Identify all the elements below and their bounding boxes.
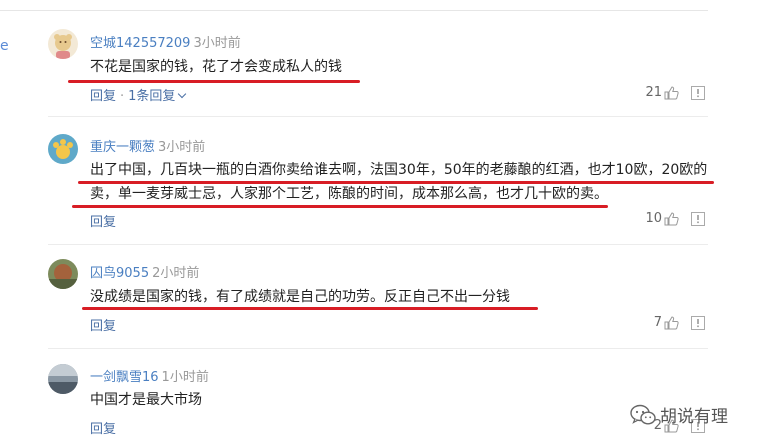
- thumbs-up-icon[interactable]: [664, 85, 679, 100]
- like-count: 10: [645, 211, 662, 226]
- comment-text-line: 出了中国，几百块一瓶的白酒你卖给谁去啊，法国30年，50年的老藤酿的红酒，也才1…: [90, 162, 708, 178]
- watermark-text: 胡说有理: [660, 407, 728, 427]
- timestamp: 1小时前: [161, 370, 209, 385]
- comment-actions: 回复: [90, 315, 116, 334]
- chevron-down-icon[interactable]: [178, 89, 187, 99]
- comment-actions: 回复 · 1条回复: [90, 85, 187, 104]
- reply-button[interactable]: 回复: [90, 215, 116, 230]
- avatar[interactable]: [48, 29, 78, 59]
- timestamp: 3小时前: [158, 140, 206, 155]
- report-icon[interactable]: [691, 315, 705, 330]
- comment-meta: 囚鸟9055 2小时前: [90, 262, 199, 281]
- comment-divider: [48, 116, 708, 117]
- vote-area: 7: [640, 315, 705, 330]
- username[interactable]: 囚鸟9055: [90, 266, 149, 281]
- vote-area: 10: [640, 211, 705, 226]
- like-count: 21: [645, 85, 662, 100]
- comment-divider: [48, 348, 708, 349]
- comment-text-line: 没成绩是国家的钱，有了成绩就是自己的功劳。反正自己不出一分钱: [90, 289, 510, 305]
- side-edge-text: e: [0, 38, 9, 54]
- comment-meta: 重庆一颗葱 3小时前: [90, 136, 205, 155]
- watermark: 胡说有理: [630, 402, 728, 427]
- avatar[interactable]: [48, 134, 78, 164]
- username[interactable]: 一剑飘雪16: [90, 370, 159, 385]
- reply-button[interactable]: 回复: [90, 319, 116, 334]
- comment-text: 不花是国家的钱，花了才会变成私人的钱: [90, 55, 710, 79]
- thumbs-up-icon[interactable]: [664, 211, 679, 226]
- thumbs-up-icon[interactable]: [664, 315, 679, 330]
- top-divider: [0, 10, 708, 11]
- annotation-underline: [78, 181, 714, 184]
- comment-actions: 回复: [90, 418, 116, 437]
- comment-divider: [48, 244, 708, 245]
- timestamp: 2小时前: [152, 266, 200, 281]
- annotation-underline: [82, 307, 538, 310]
- comment-text-line: 卖，单一麦芽威士忌，人家那个工艺，陈酿的时间，成本那么高，也才几十欧的卖。: [90, 186, 608, 202]
- username[interactable]: 重庆一颗葱: [90, 140, 155, 155]
- annotation-underline: [68, 80, 360, 83]
- comment-meta: 空城142557209 3小时前: [90, 32, 241, 51]
- like-count: 7: [653, 315, 662, 330]
- comment-text: 没成绩是国家的钱，有了成绩就是自己的功劳。反正自己不出一分钱: [90, 285, 710, 309]
- comment-meta: 一剑飘雪16 1小时前: [90, 366, 209, 385]
- wechat-icon: [630, 404, 656, 425]
- timestamp: 3小时前: [193, 36, 241, 51]
- username[interactable]: 空城142557209: [90, 36, 190, 51]
- avatar[interactable]: [48, 259, 78, 289]
- vote-area: 21: [640, 85, 705, 100]
- comment-text-line: 中国才是最大市场: [90, 392, 202, 408]
- report-icon[interactable]: [691, 211, 705, 226]
- comment-actions: 回复: [90, 211, 116, 230]
- report-icon[interactable]: [691, 85, 705, 100]
- view-replies-button[interactable]: 1条回复: [128, 89, 175, 104]
- reply-button[interactable]: 回复: [90, 89, 116, 104]
- comment-text: 中国才是最大市场: [90, 388, 710, 412]
- annotation-underline: [72, 205, 608, 208]
- comment-text-line: 不花是国家的钱，花了才会变成私人的钱: [90, 59, 342, 75]
- reply-button[interactable]: 回复: [90, 422, 116, 437]
- avatar[interactable]: [48, 364, 78, 394]
